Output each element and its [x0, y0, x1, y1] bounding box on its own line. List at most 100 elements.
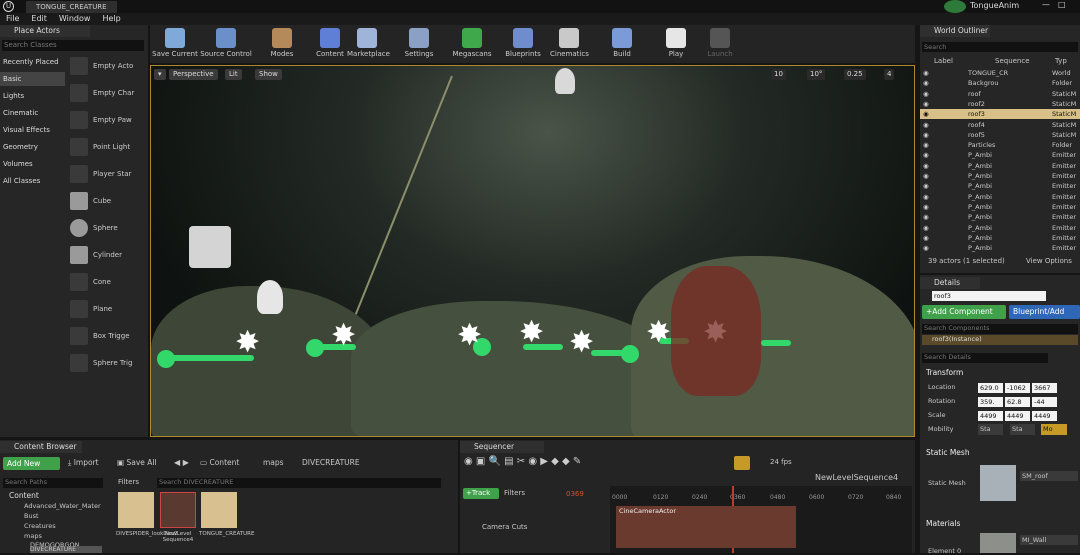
cinematics-button[interactable]: Cinematics — [550, 25, 589, 63]
visibility-eye-icon[interactable]: ◉ — [923, 140, 929, 150]
actor-empty-actor[interactable]: Empty Acto — [68, 55, 148, 79]
outliner-row[interactable]: ◉ P_Ambi Emitter — [920, 181, 1080, 191]
actor-box-trigger[interactable]: Box Trigge — [68, 325, 148, 349]
category-recently-placed[interactable]: Recently Placed — [0, 58, 65, 66]
static-mesh-dropdown[interactable]: SM_roof — [1020, 471, 1078, 481]
tree-creatures[interactable]: Creatures — [24, 522, 56, 530]
tree-maps[interactable]: maps — [24, 532, 42, 540]
static-mesh-thumbnail[interactable] — [980, 465, 1016, 501]
materials-section[interactable]: Materials — [926, 519, 960, 528]
source-control-button[interactable]: Source Control — [200, 25, 252, 63]
modes-button[interactable]: Modes — [266, 25, 298, 63]
visibility-eye-icon[interactable]: ◉ — [923, 99, 929, 109]
creature-model[interactable] — [671, 266, 761, 396]
fps-dropdown[interactable]: 24 fps — [770, 458, 792, 466]
maximize-button[interactable]: □ — [1058, 0, 1066, 9]
category-volumes[interactable]: Volumes — [0, 160, 65, 168]
show-button[interactable]: Show — [255, 69, 282, 80]
camera-speed-value[interactable]: 4 — [884, 69, 895, 80]
emitter-icon[interactable]: ✸ — [569, 328, 594, 358]
content-browser-tab[interactable]: Content Browser — [0, 441, 82, 453]
sequencer-filters-button[interactable]: Filters — [504, 489, 525, 497]
perspective-button[interactable]: Perspective — [169, 69, 218, 80]
location-z-field[interactable]: 3667 — [1032, 383, 1057, 393]
build-button[interactable]: Build — [608, 25, 636, 63]
add-new-button[interactable]: Add New — [3, 457, 60, 470]
visibility-eye-icon[interactable]: ◉ — [923, 192, 929, 202]
search-details-input[interactable]: Search Details — [922, 353, 1048, 363]
menu-edit[interactable]: Edit — [25, 13, 53, 25]
visibility-eye-icon[interactable]: ◉ — [923, 161, 929, 171]
marketplace-button[interactable]: Marketplace — [347, 25, 390, 63]
camera-actor-icon[interactable] — [189, 226, 231, 268]
tree-divecreature[interactable]: DIVECREATURE — [30, 546, 102, 553]
snap-magnet-icon[interactable] — [734, 456, 750, 470]
actor-player-start[interactable]: Player Star — [68, 163, 148, 187]
column-sequence[interactable]: Sequence — [995, 57, 1030, 65]
location-y-field[interactable]: -1062 — [1005, 383, 1030, 393]
save-all-button[interactable]: ▣ Save All — [117, 458, 157, 467]
actor-cylinder[interactable]: Cylinder — [68, 244, 148, 268]
visibility-eye-icon[interactable]: ◉ — [923, 150, 929, 160]
camera-cut-clip[interactable]: CineCameraActor — [616, 506, 796, 548]
blueprints-button[interactable]: Blueprints — [505, 25, 541, 63]
rotation-x-field[interactable]: 359. — [978, 397, 1003, 407]
save-current-button[interactable]: Save Current — [152, 25, 198, 63]
tree-advanced-water[interactable]: Advanced_Water_Mater — [24, 502, 101, 510]
settings-button[interactable]: Settings — [402, 25, 436, 63]
track-camera-cuts[interactable]: Camera Cuts — [482, 523, 527, 531]
outliner-row[interactable]: ◉ P_Ambi Emitter — [920, 161, 1080, 171]
outliner-row[interactable]: ◉ roof4 StaticM — [920, 120, 1080, 130]
visibility-eye-icon[interactable]: ◉ — [923, 212, 929, 222]
visibility-eye-icon[interactable]: ◉ — [923, 130, 929, 140]
actor-plane[interactable]: Plane — [68, 298, 148, 322]
light-bulb-icon[interactable] — [555, 68, 575, 94]
megascans-button[interactable]: Megascans — [452, 25, 492, 63]
outliner-row[interactable]: ◉ P_Ambi Emitter — [920, 233, 1080, 243]
column-label[interactable]: Label — [934, 57, 953, 65]
actor-cone[interactable]: Cone — [68, 271, 148, 295]
asset-thumbnail[interactable] — [118, 492, 154, 528]
visibility-eye-icon[interactable]: ◉ — [923, 202, 929, 212]
outliner-row[interactable]: ◉ TONGUE_CR World — [920, 68, 1080, 78]
add-track-button[interactable]: +Track — [463, 488, 499, 499]
rotation-y-field[interactable]: 62.8 — [1005, 397, 1030, 407]
level-viewport[interactable]: ▾ Perspective Lit Show 10 10° 0.25 4 ✸ ✸… — [150, 65, 915, 437]
emitter-icon[interactable]: ✸ — [331, 321, 356, 351]
outliner-row[interactable]: ◉ roof StaticM — [920, 89, 1080, 99]
visibility-eye-icon[interactable]: ◉ — [923, 89, 929, 99]
instance-row[interactable]: roof3(Instance) — [922, 335, 1078, 345]
mobility-movable-button[interactable]: Mo — [1041, 424, 1067, 435]
category-visual-effects[interactable]: Visual Effects — [0, 126, 65, 134]
outliner-row[interactable]: ◉ P_Ambi Emitter — [920, 150, 1080, 160]
rotation-z-field[interactable]: -44 — [1032, 397, 1057, 407]
menu-file[interactable]: File — [0, 13, 25, 25]
visibility-eye-icon[interactable]: ◉ — [923, 109, 929, 119]
outliner-row[interactable]: ◉ Particles Folder — [920, 140, 1080, 150]
scale-y-field[interactable]: 4449 — [1005, 411, 1030, 421]
emitter-icon[interactable]: ✸ — [519, 318, 544, 348]
visibility-eye-icon[interactable]: ◉ — [923, 171, 929, 181]
search-classes-input[interactable]: Search Classes — [2, 40, 144, 51]
rotation-snap-value[interactable]: 10° — [807, 69, 826, 80]
details-tab[interactable]: Details — [920, 277, 980, 289]
actor-name-field[interactable]: roof3 — [932, 291, 1046, 301]
world-outliner-tab[interactable]: World Outliner — [920, 25, 990, 37]
search-components-input[interactable]: Search Components — [922, 324, 1078, 334]
outliner-row[interactable]: ◉ P_Ambi Emitter — [920, 212, 1080, 222]
scale-snap-value[interactable]: 0.25 — [844, 69, 866, 80]
mobility-static-button[interactable]: Sta — [978, 424, 1003, 435]
material-thumbnail[interactable] — [980, 533, 1016, 553]
tree-content[interactable]: Content — [9, 491, 39, 500]
path-divecreature[interactable]: DIVECREATURE — [302, 458, 360, 467]
emitter-icon[interactable]: ✸ — [235, 328, 260, 358]
sequencer-tab[interactable]: Sequencer — [460, 441, 544, 453]
asset-thumbnail[interactable] — [160, 492, 196, 528]
outliner-row[interactable]: ◉ roof2 StaticM — [920, 99, 1080, 109]
blueprint-add-script-button[interactable]: Blueprint/Add — [1009, 305, 1080, 319]
outliner-row[interactable]: ◉ P_Ambi Emitter — [920, 192, 1080, 202]
search-paths-input[interactable]: Search Paths — [3, 478, 103, 488]
menu-window[interactable]: Window — [53, 13, 97, 25]
mobility-stationary-button[interactable]: Sta — [1010, 424, 1035, 435]
scale-x-field[interactable]: 4499 — [978, 411, 1003, 421]
